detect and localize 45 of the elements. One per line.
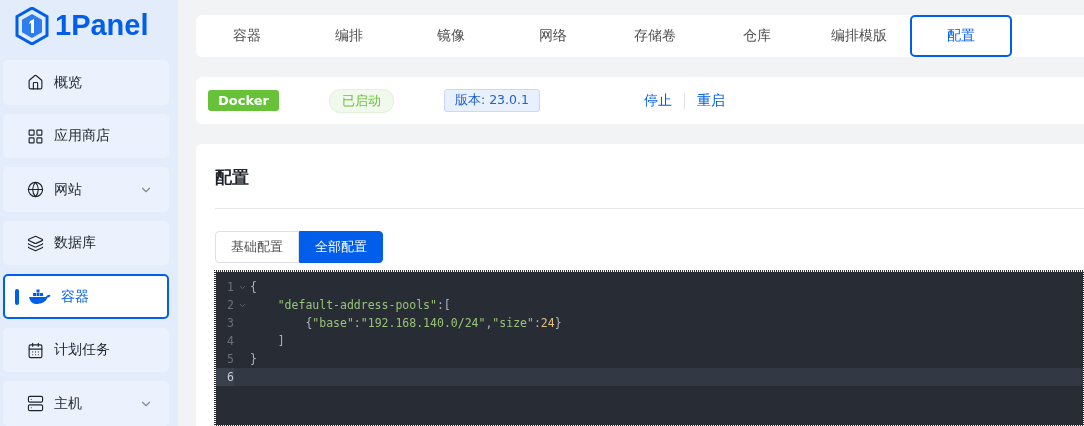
- mode-button[interactable]: 全部配置: [299, 231, 383, 263]
- code-line: {: [250, 280, 257, 294]
- tab[interactable]: 编排: [298, 15, 400, 57]
- line-number: 1: [226, 279, 234, 296]
- line-number: 5: [226, 351, 234, 368]
- server-icon: [27, 395, 44, 413]
- code-line: {"base":"192.168.140.0/24","size":24}: [304, 316, 562, 330]
- grid-icon: [27, 127, 44, 145]
- layers-icon: [27, 234, 44, 252]
- sidebar-item[interactable]: 网站: [3, 167, 169, 212]
- version-tag: 版本: 23.0.1: [443, 89, 540, 112]
- app-tag: Docker: [208, 90, 279, 111]
- sidebar-item[interactable]: 概览: [3, 60, 169, 105]
- code-line: "default-address-pools":[: [276, 298, 451, 312]
- tab[interactable]: 存储卷: [604, 15, 706, 57]
- action-link[interactable]: 重启: [696, 91, 737, 110]
- line-number: 6: [216, 368, 234, 386]
- sidebar-item[interactable]: 应用商店: [3, 113, 169, 159]
- line-number: 2: [226, 297, 234, 314]
- code-line: ]: [276, 334, 285, 348]
- action-link[interactable]: 停止: [643, 91, 684, 110]
- globe-icon: [27, 181, 44, 199]
- home-icon: [27, 74, 44, 92]
- tab[interactable]: 配置: [910, 15, 1012, 57]
- sidebar-item[interactable]: 主机: [3, 381, 169, 426]
- sidebar-item[interactable]: 数据库: [3, 220, 169, 266]
- calendar-icon: [27, 341, 44, 359]
- active-indicator: [15, 288, 19, 305]
- logo-text: 1Panel: [55, 9, 149, 43]
- tab[interactable]: 仓库: [706, 15, 808, 57]
- tab[interactable]: 镜像: [400, 15, 502, 57]
- code-line: }: [250, 352, 257, 366]
- section-title: 配置: [215, 166, 1084, 209]
- sidebar-item[interactable]: 计划任务: [3, 327, 169, 373]
- status-tag: 已启动: [328, 88, 394, 113]
- code-editor[interactable]: 1 { 2 "default-address-pools":[ 3 {"base":"192.168.140.0/24","size":24} 4 ] 5 } 6: [215, 271, 1084, 426]
- logo-icon: [15, 6, 49, 45]
- line-number: 3: [226, 315, 234, 332]
- line-number: 4: [226, 333, 234, 350]
- whale-icon: [29, 289, 51, 305]
- tab[interactable]: 网络: [502, 15, 604, 57]
- sidebar-item[interactable]: 容器: [3, 274, 169, 319]
- mode-button[interactable]: 基础配置: [215, 231, 299, 263]
- tab[interactable]: 容器: [196, 15, 298, 57]
- tab[interactable]: 编排模版: [808, 15, 910, 57]
